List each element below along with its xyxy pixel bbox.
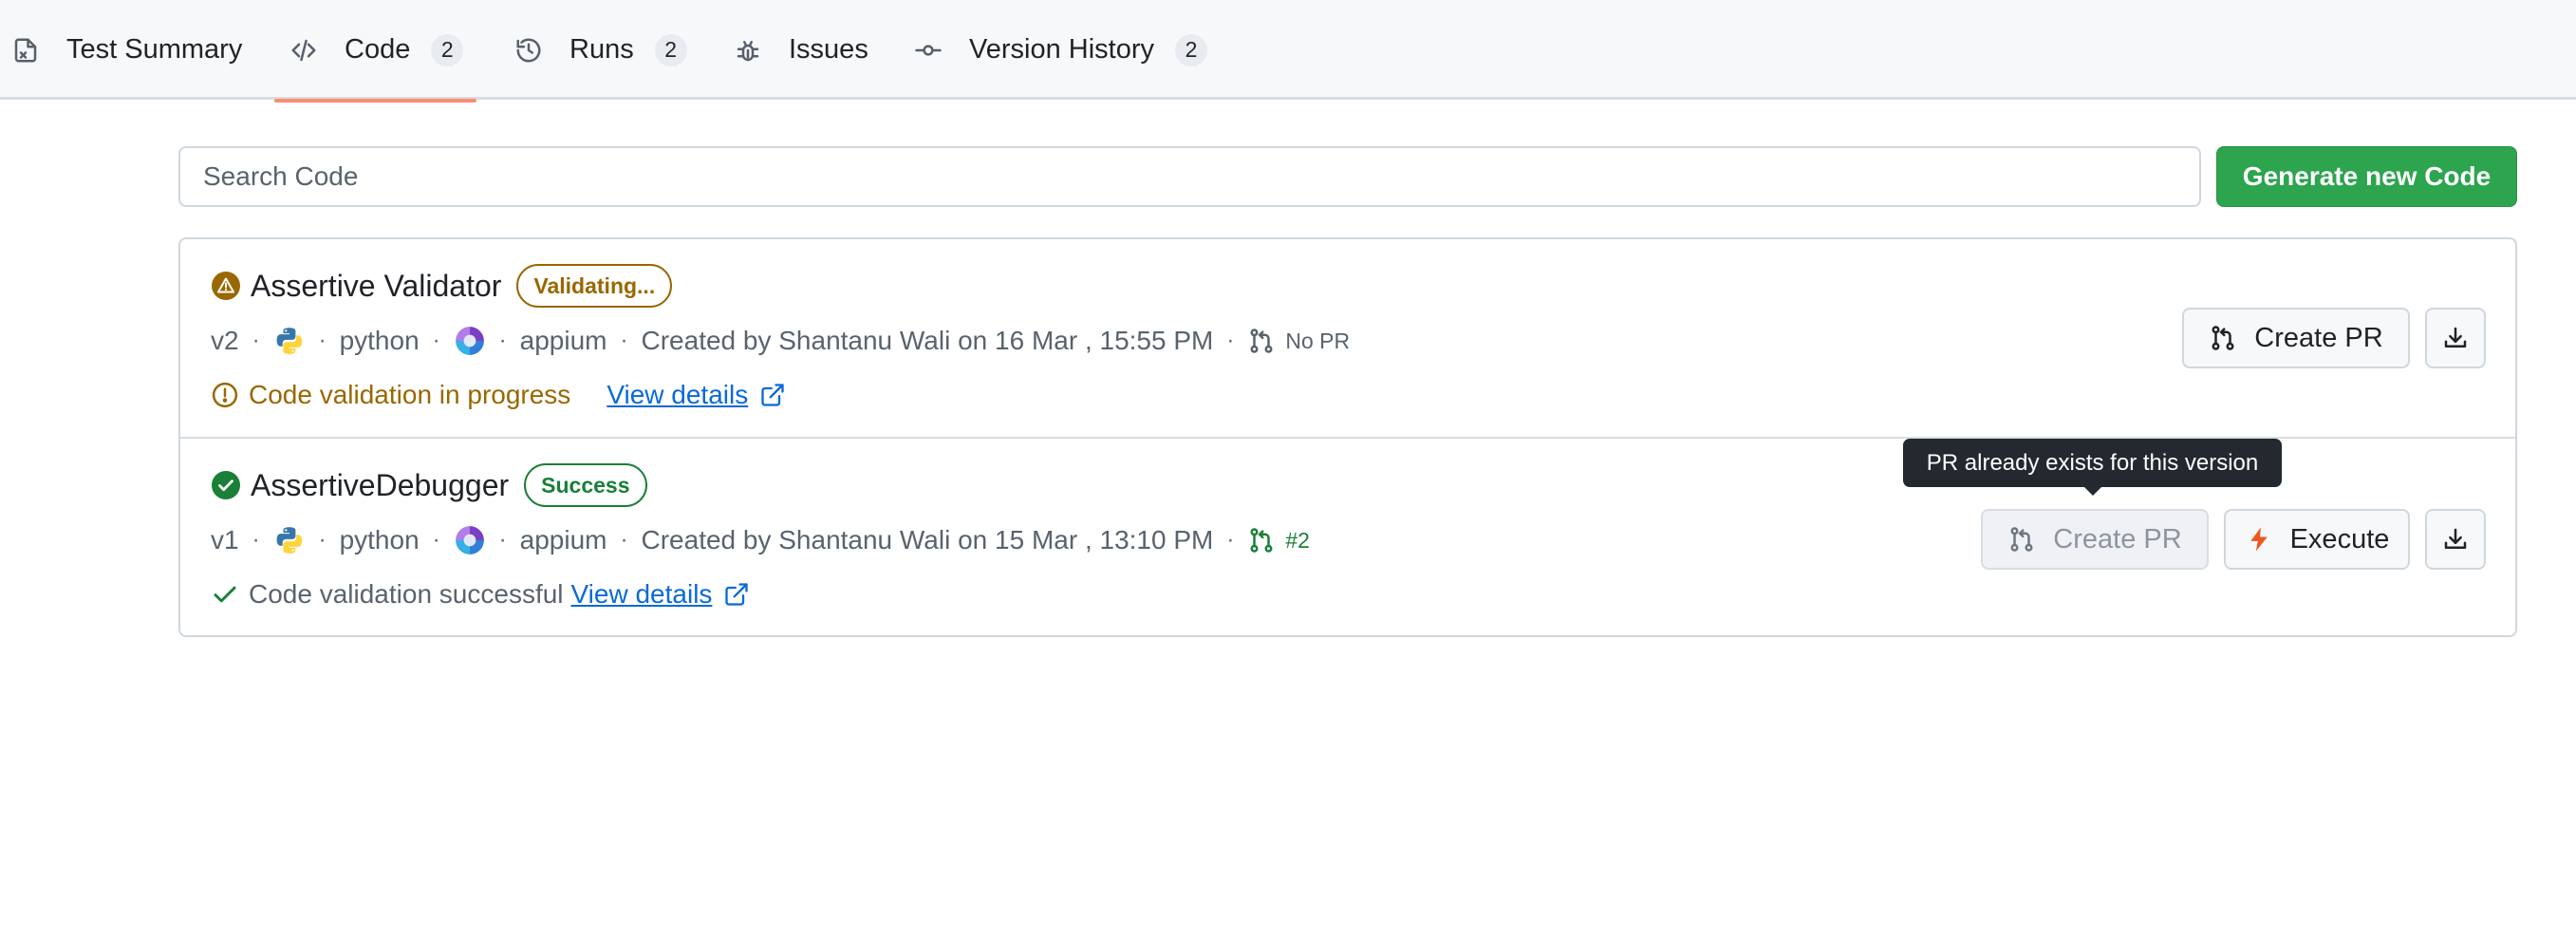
bug-icon	[732, 34, 764, 66]
view-details-link[interactable]: View details	[607, 380, 786, 410]
external-link-icon	[759, 382, 786, 408]
check-circle-icon	[211, 470, 241, 500]
python-icon	[273, 325, 306, 357]
tab-code[interactable]: Code 2	[273, 0, 477, 103]
view-details-label: View details	[570, 579, 713, 609]
create-pr-button[interactable]: Create PR	[1981, 509, 2209, 570]
item-title-line: Assertive Validator Validating...	[211, 264, 673, 308]
pull-request-icon	[2007, 525, 2036, 554]
tab-bar: Test Summary Code 2 Runs 2 Issues Versio…	[0, 0, 2576, 103]
warning-icon	[211, 271, 241, 301]
tab-version-history[interactable]: Version History 2	[912, 0, 1208, 100]
item-meta: v2 · · python · · appium · Created by Sh…	[211, 325, 1351, 357]
download-icon	[2441, 324, 2470, 352]
appium-icon	[454, 524, 486, 556]
tooltip: PR already exists for this version	[1903, 439, 2282, 496]
execute-button[interactable]: Execute	[2224, 509, 2410, 570]
code-icon	[288, 34, 320, 66]
item-title-line: AssertiveDebugger Success	[211, 463, 647, 507]
validation-text: Code validation successful	[249, 579, 564, 609]
language-label: python	[339, 525, 420, 555]
status-badge: Success	[524, 463, 647, 507]
validation-line: Code validation in progress View details	[211, 380, 786, 410]
tab-label: Issues	[789, 34, 868, 65]
history-icon	[513, 34, 545, 66]
view-details-link[interactable]: View details	[571, 579, 751, 610]
generate-new-code-button[interactable]: Generate new Code	[2216, 146, 2517, 207]
download-icon	[2441, 525, 2470, 554]
tab-issues[interactable]: Issues	[732, 0, 868, 100]
created-info: Created by Shantanu Wali on 16 Mar , 15:…	[641, 326, 1214, 355]
tab-test-summary[interactable]: Test Summary	[9, 0, 242, 100]
code-list: Assertive Validator Validating... v2 · ·…	[178, 237, 2517, 637]
item-name[interactable]: Assertive Validator	[251, 269, 501, 304]
create-pr-button[interactable]: Create PR	[2182, 308, 2410, 368]
file-x-icon	[9, 34, 42, 66]
tab-runs[interactable]: Runs 2	[513, 0, 687, 100]
language-label: python	[339, 326, 420, 355]
pull-request-icon	[1247, 526, 1276, 555]
tab-count: 2	[1175, 33, 1208, 66]
create-pr-label: Create PR	[2053, 523, 2182, 555]
check-icon	[211, 580, 239, 609]
appium-icon	[454, 325, 486, 357]
pull-request-icon	[1247, 327, 1276, 355]
pull-request-icon	[2209, 324, 2237, 352]
tab-label: Runs	[569, 34, 634, 65]
lightning-icon	[2245, 525, 2273, 554]
framework-label: appium	[519, 525, 607, 555]
tab-label: Code	[345, 34, 411, 65]
framework-label: appium	[519, 326, 607, 355]
tab-count: 2	[431, 33, 464, 66]
external-link-icon	[723, 581, 750, 608]
download-button[interactable]	[2425, 509, 2486, 570]
version-label: v1	[211, 525, 239, 555]
python-icon	[273, 524, 306, 556]
created-info: Created by Shantanu Wali on 15 Mar , 13:…	[641, 525, 1214, 555]
item-name[interactable]: AssertiveDebugger	[251, 468, 509, 503]
validation-text: Code validation in progress	[249, 380, 571, 409]
search-input[interactable]	[178, 146, 2201, 207]
create-pr-label: Create PR	[2254, 322, 2383, 353]
item-meta: v1 · · python · · appium · Created by Sh…	[211, 524, 1310, 556]
tab-label: Version History	[969, 34, 1155, 65]
list-item: Assertive Validator Validating... v2 · ·…	[180, 239, 2515, 439]
alert-circle-icon	[211, 381, 239, 409]
commit-icon	[912, 34, 944, 66]
download-button[interactable]	[2425, 308, 2486, 368]
tab-count: 2	[654, 33, 687, 66]
pr-link[interactable]: #2	[1285, 528, 1310, 554]
status-badge: Validating...	[516, 264, 673, 308]
view-details-label: View details	[607, 380, 749, 409]
version-label: v2	[211, 326, 239, 355]
pr-status: No PR	[1285, 328, 1351, 353]
validation-line: Code validation successful View details	[211, 579, 750, 610]
tab-label: Test Summary	[66, 34, 243, 65]
execute-label: Execute	[2289, 523, 2390, 555]
